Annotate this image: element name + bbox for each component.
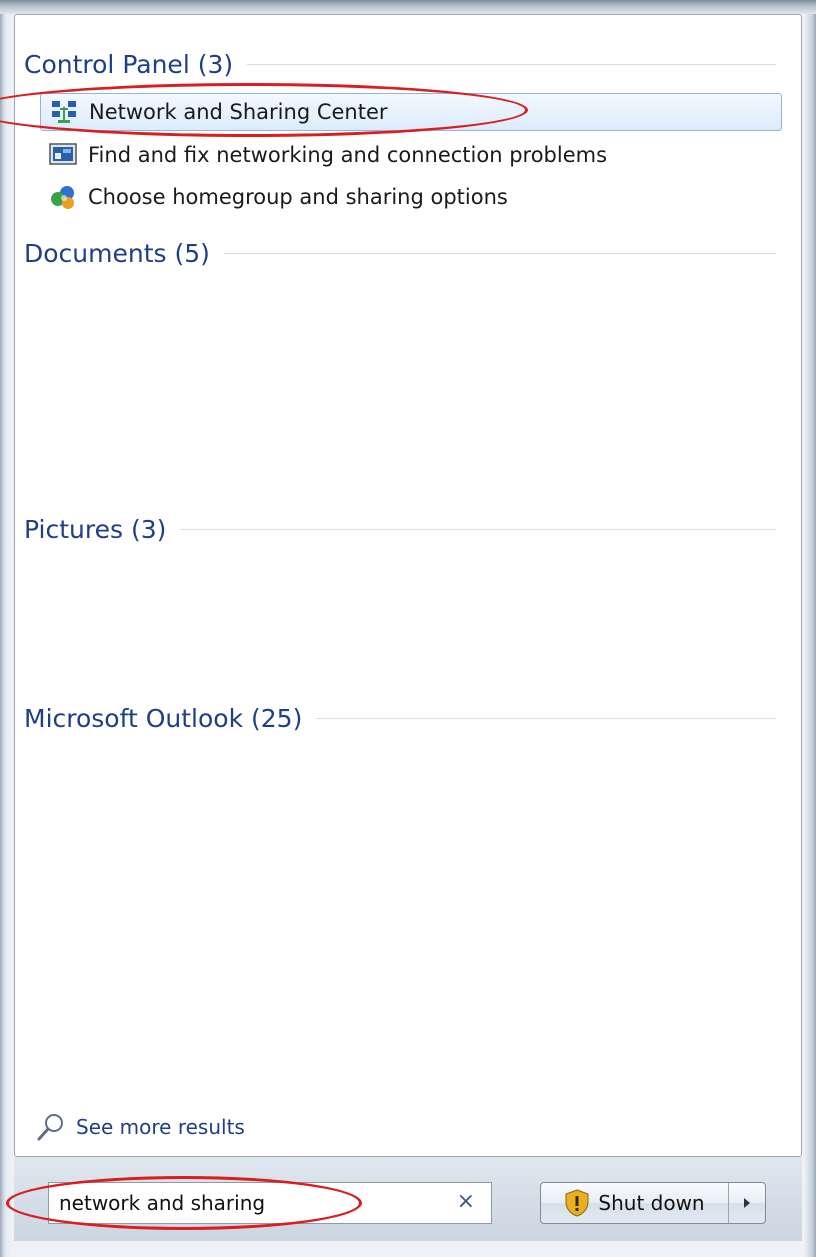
- group-divider: [223, 252, 776, 254]
- network-icon: [49, 99, 79, 125]
- result-homegroup-options[interactable]: Choose homegroup and sharing options: [40, 178, 782, 216]
- search-icon: [36, 1112, 66, 1142]
- result-find-fix-networking[interactable]: Find and fix networking and connection p…: [40, 136, 782, 174]
- group-header-outlook[interactable]: Microsoft Outlook (25): [24, 698, 776, 738]
- group-title-outlook: Microsoft Outlook (25): [24, 703, 303, 733]
- homegroup-icon: [48, 184, 78, 210]
- group-divider: [316, 717, 776, 719]
- see-more-results-link[interactable]: See more results: [36, 1112, 245, 1142]
- arrow-right-icon: [742, 1194, 752, 1213]
- group-title-documents: Documents (5): [24, 238, 210, 268]
- group-title-pictures: Pictures (3): [24, 514, 167, 544]
- troubleshoot-icon: [48, 142, 78, 168]
- result-label: Choose homegroup and sharing options: [88, 185, 508, 209]
- group-header-documents[interactable]: Documents (5): [24, 233, 776, 273]
- uac-shield-icon: [564, 1189, 590, 1217]
- group-header-pictures[interactable]: Pictures (3): [24, 509, 776, 549]
- shutdown-button[interactable]: Shut down: [541, 1183, 729, 1223]
- shutdown-control: Shut down: [540, 1182, 766, 1224]
- group-divider: [247, 63, 776, 65]
- search-input[interactable]: [49, 1183, 441, 1223]
- shutdown-options-button[interactable]: [729, 1183, 765, 1223]
- result-network-sharing-center[interactable]: Network and Sharing Center: [40, 93, 782, 131]
- see-more-label: See more results: [76, 1115, 245, 1139]
- group-title-control-panel: Control Panel (3): [24, 49, 234, 79]
- start-menu-top-edge: [0, 0, 816, 14]
- result-label: Find and fix networking and connection p…: [88, 143, 608, 167]
- shutdown-label: Shut down: [598, 1191, 705, 1215]
- result-label: Network and Sharing Center: [89, 100, 388, 124]
- search-box[interactable]: ×: [48, 1182, 492, 1224]
- group-divider: [180, 528, 776, 530]
- clear-search-icon[interactable]: ×: [457, 1189, 475, 1214]
- group-header-control-panel[interactable]: Control Panel (3): [24, 44, 776, 84]
